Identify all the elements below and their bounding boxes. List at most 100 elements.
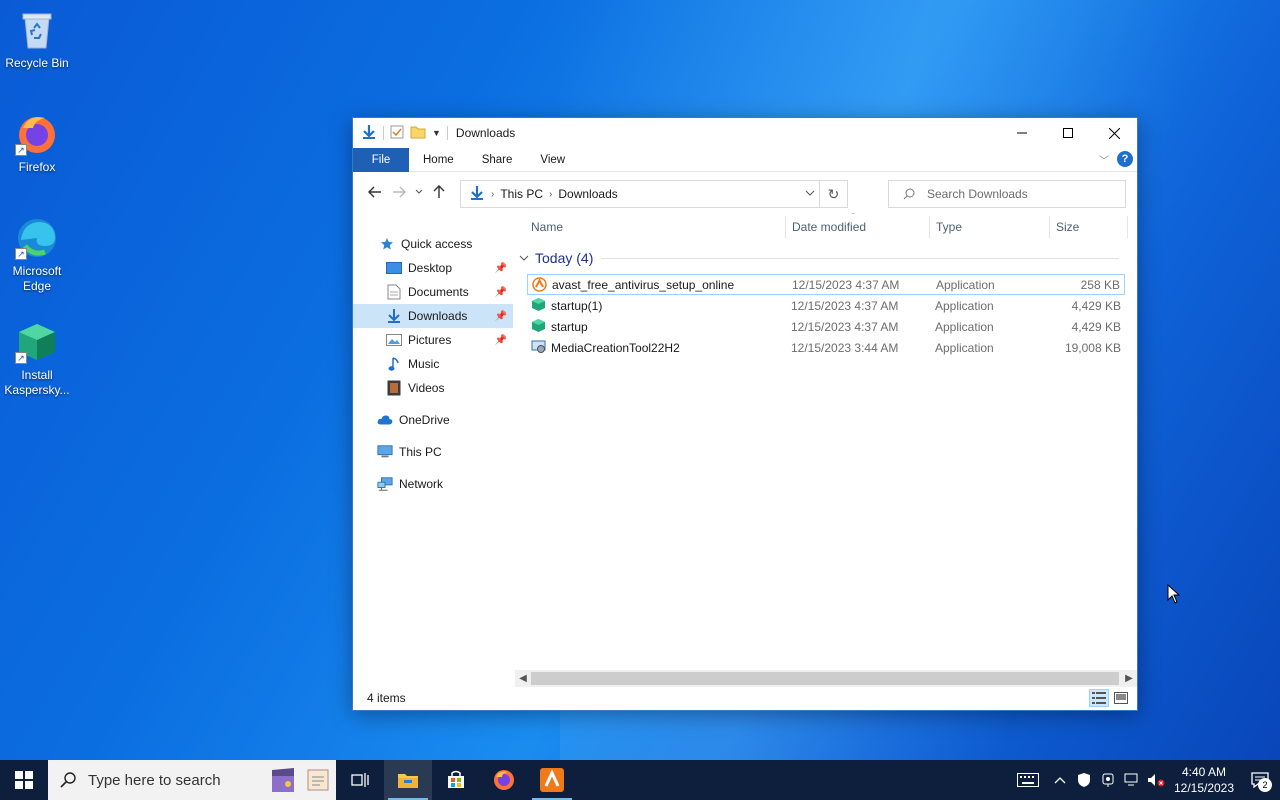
back-button[interactable]	[363, 180, 387, 204]
pin-icon[interactable]: 📌	[495, 287, 507, 298]
up-button[interactable]	[427, 180, 451, 204]
touch-keyboard-button[interactable]	[1008, 760, 1048, 800]
nav-item-label: Videos	[408, 381, 445, 395]
group-header-today[interactable]: Today (4)	[519, 250, 1119, 266]
nav-item-onedrive[interactable]: OneDrive	[353, 408, 513, 432]
tab-home[interactable]: Home	[409, 148, 468, 172]
new-folder-icon[interactable]	[410, 125, 426, 142]
show-hidden-icons-button[interactable]	[1048, 760, 1072, 800]
help-icon[interactable]: ?	[1117, 151, 1133, 167]
desktop-icon-firefox[interactable]: ↗ Firefox	[0, 112, 74, 175]
taskbar-search-box[interactable]: Type here to search	[48, 760, 336, 800]
recycle-bin-icon	[15, 8, 59, 52]
nav-item-desktop[interactable]: Desktop 📌	[353, 256, 513, 280]
recent-locations-button[interactable]	[411, 180, 427, 204]
file-row-avast[interactable]: avast_free_antivirus_setup_online 12/15/…	[527, 274, 1125, 295]
taskbar-avast[interactable]	[528, 760, 576, 800]
large-icons-view-button[interactable]	[1111, 689, 1131, 707]
customize-qat-chevron-icon[interactable]: ▼	[432, 128, 441, 138]
file-name: avast_free_antivirus_setup_online	[552, 277, 735, 292]
close-button[interactable]	[1091, 118, 1137, 148]
clapperboard-icon	[272, 768, 294, 792]
action-center-button[interactable]: 2	[1240, 760, 1280, 800]
security-shield-icon[interactable]	[1072, 760, 1096, 800]
column-header-date-modified[interactable]: Date modified	[792, 220, 866, 234]
tab-view[interactable]: View	[526, 148, 579, 172]
expand-ribbon-chevron-icon[interactable]: ﹀	[1099, 152, 1109, 167]
nav-quick-access[interactable]: Quick access	[353, 232, 513, 256]
search-box[interactable]: Search Downloads	[888, 180, 1126, 208]
breadcrumb-downloads[interactable]: Downloads	[558, 187, 617, 201]
tab-file[interactable]: File	[353, 147, 409, 172]
task-view-button[interactable]	[336, 760, 384, 800]
windows-logo-icon	[15, 771, 33, 789]
desktop-icon-label: Microsoft Edge	[12, 264, 62, 293]
file-type: Application	[935, 340, 994, 355]
breadcrumb-chevron-icon[interactable]: ›	[491, 189, 494, 200]
address-bar[interactable]: › This PC › Downloads ↻	[460, 180, 848, 208]
title-bar[interactable]: ▼ Downloads	[353, 118, 1137, 148]
address-dropdown-icon[interactable]	[805, 187, 815, 199]
window-title: Downloads	[455, 126, 516, 140]
nav-item-network[interactable]: Network	[353, 472, 513, 496]
pin-icon[interactable]: 📌	[495, 311, 507, 322]
collapse-chevron-icon	[519, 255, 529, 261]
webcam-icon[interactable]	[1096, 760, 1120, 800]
scroll-left-icon[interactable]: ◀	[515, 670, 531, 687]
taskbar-firefox[interactable]	[480, 760, 528, 800]
taskbar-clock[interactable]: 4:40 AM 12/15/2023	[1168, 764, 1240, 796]
avast-icon	[532, 277, 547, 295]
nav-item-music[interactable]: Music	[353, 352, 513, 376]
refresh-button[interactable]: ↻	[819, 181, 847, 207]
breadcrumb-this-pc[interactable]: This PC	[500, 187, 543, 201]
nav-item-documents[interactable]: Documents 📌	[353, 280, 513, 304]
forward-button[interactable]	[387, 180, 411, 204]
volume-muted-icon[interactable]	[1144, 760, 1168, 800]
pictures-icon	[386, 332, 402, 348]
search-placeholder: Search Downloads	[927, 187, 1028, 201]
kaspersky-installer-icon: ↗	[15, 320, 59, 364]
taskbar-microsoft-store[interactable]	[432, 760, 480, 800]
desktop-icon-install-kaspersky[interactable]: ↗ Install Kaspersky...	[0, 320, 74, 398]
breadcrumb-chevron-icon[interactable]: ›	[549, 189, 552, 200]
search-icon	[903, 188, 915, 200]
file-row-startup[interactable]: startup 12/15/2023 4:37 AM Application 4…	[527, 316, 1125, 337]
nav-item-label: This PC	[399, 445, 442, 459]
search-icon	[60, 772, 76, 788]
navigation-pane: Quick access Desktop 📌 Documents 📌 Downl…	[353, 232, 513, 496]
file-row-mediacreationtool[interactable]: MediaCreationTool22H2 12/15/2023 3:44 AM…	[527, 337, 1125, 358]
file-name: MediaCreationTool22H2	[551, 340, 680, 355]
shortcut-arrow-icon: ↗	[15, 352, 27, 364]
properties-icon[interactable]	[390, 125, 404, 142]
nav-item-videos[interactable]: Videos	[353, 376, 513, 400]
computer-icon	[377, 444, 393, 460]
file-list: Name Date modified ˇ Type Size Today (4)…	[519, 212, 1129, 355]
column-header-name[interactable]: Name	[531, 220, 563, 234]
column-header-size[interactable]: Size	[1056, 220, 1079, 234]
pin-icon[interactable]: 📌	[495, 335, 507, 346]
network-status-icon[interactable]	[1120, 760, 1144, 800]
desktop-icon-edge[interactable]: ↗ Microsoft Edge	[0, 216, 74, 294]
nav-item-label: Music	[408, 357, 440, 371]
horizontal-scrollbar[interactable]: ◀ ▶	[515, 670, 1137, 687]
scrollbar-thumb[interactable]	[531, 672, 1119, 685]
nav-item-pictures[interactable]: Pictures 📌	[353, 328, 513, 352]
taskbar-file-explorer[interactable]	[384, 760, 432, 800]
pin-icon[interactable]: 📌	[495, 263, 507, 274]
file-size: 4,429 KB	[1071, 319, 1121, 334]
file-row-startup-1[interactable]: startup(1) 12/15/2023 4:37 AM Applicatio…	[527, 295, 1125, 316]
column-header-type[interactable]: Type	[936, 220, 962, 234]
nav-item-downloads[interactable]: Downloads 📌	[353, 304, 513, 328]
minimize-button[interactable]	[999, 118, 1045, 148]
maximize-button[interactable]	[1045, 118, 1091, 148]
tab-share[interactable]: Share	[468, 148, 527, 172]
onedrive-cloud-icon	[377, 412, 393, 428]
chevron-down-icon	[415, 189, 423, 194]
taskbar: Type here to search 4:40 AM 12/15/2023 2	[0, 760, 1280, 800]
network-icon	[377, 476, 393, 492]
nav-item-this-pc[interactable]: This PC	[353, 440, 513, 464]
desktop-icon-recycle-bin[interactable]: Recycle Bin	[0, 8, 74, 71]
start-button[interactable]	[0, 760, 48, 800]
details-view-button[interactable]	[1089, 689, 1109, 707]
scroll-right-icon[interactable]: ▶	[1121, 670, 1137, 687]
